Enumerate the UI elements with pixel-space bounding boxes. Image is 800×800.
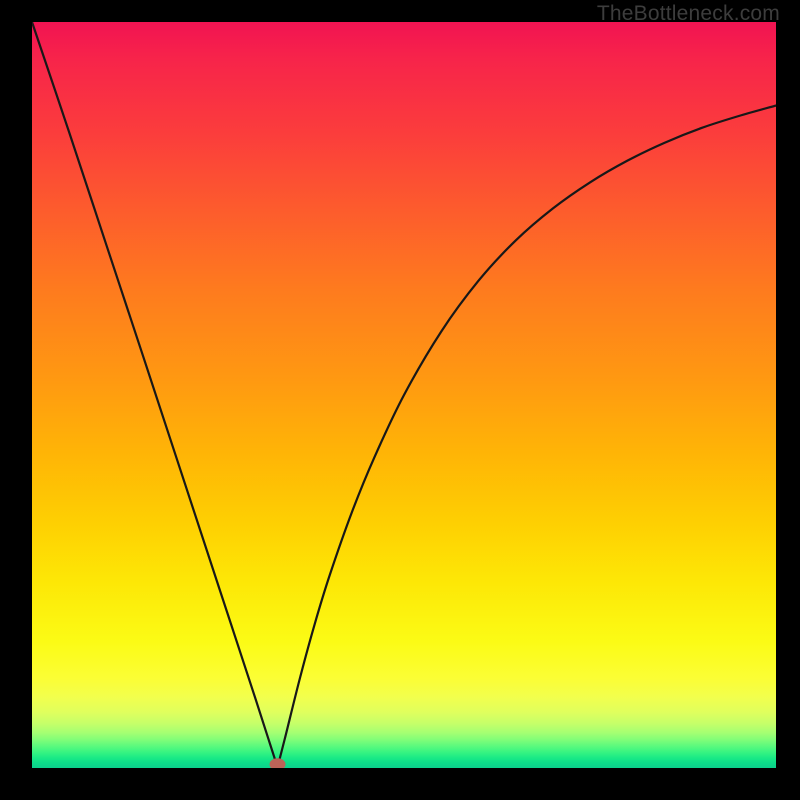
plot-area <box>32 22 776 768</box>
chart-svg <box>32 22 776 768</box>
bottleneck-curve <box>32 22 776 767</box>
chart-frame: TheBottleneck.com <box>0 0 800 800</box>
minimum-marker <box>270 759 285 768</box>
